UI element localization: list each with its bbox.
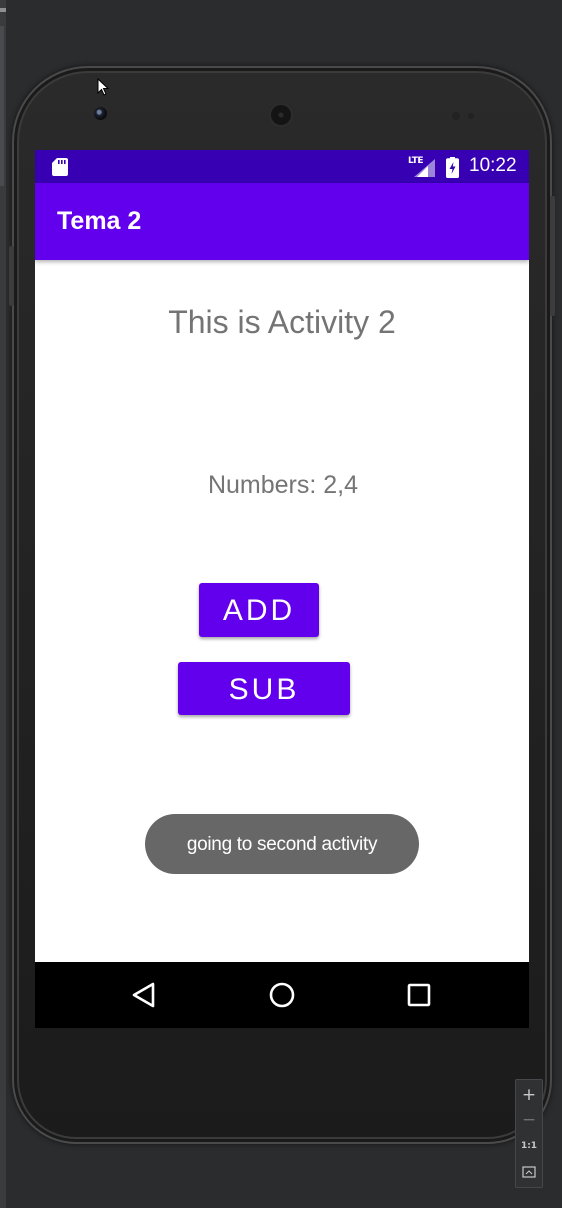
front-camera-icon <box>94 107 107 120</box>
zoom-out-button[interactable]: − <box>516 1109 542 1131</box>
recents-square-icon[interactable] <box>403 979 435 1011</box>
phone-volume-button <box>550 196 555 316</box>
actual-size-button[interactable]: 1:1 <box>516 1138 542 1154</box>
activity-content: This is Activity 2 Numbers: 2,4 ADD SUB … <box>35 260 529 962</box>
toast-message: going to second activity <box>145 814 419 874</box>
device-screen: LTE 10:22 Tema 2 This is Activity 2 Numb… <box>35 150 529 1028</box>
status-bar: LTE 10:22 <box>35 150 529 183</box>
signal-icon <box>414 159 435 177</box>
fit-screen-button[interactable] <box>516 1163 542 1181</box>
numbers-text: Numbers: 2,4 <box>207 471 359 499</box>
app-title: Tema 2 <box>57 207 142 235</box>
navigation-bar <box>35 962 529 1028</box>
home-circle-icon[interactable] <box>266 979 298 1011</box>
emulator-left-strip <box>0 0 6 1208</box>
left-strip-marker <box>0 8 6 12</box>
left-strip-bar <box>0 26 4 186</box>
sd-card-icon <box>52 158 68 176</box>
phone-side-button <box>9 246 14 306</box>
mouse-cursor-icon <box>97 78 109 96</box>
zoom-in-button[interactable]: + <box>516 1084 542 1106</box>
battery-charging-icon <box>446 157 459 178</box>
light-sensor-icon <box>468 113 474 119</box>
emulator-zoom-toolbar: + − 1:1 <box>515 1079 543 1188</box>
proximity-sensor-icon <box>452 112 460 120</box>
app-bar: Tema 2 <box>35 183 529 260</box>
fit-screen-icon <box>522 1166 536 1178</box>
activity-title: This is Activity 2 <box>168 304 396 340</box>
status-clock: 10:22 <box>469 155 517 176</box>
sub-button[interactable]: SUB <box>178 662 350 715</box>
back-triangle-icon[interactable] <box>129 979 161 1011</box>
add-button[interactable]: ADD <box>199 583 319 637</box>
earpiece-speaker-icon <box>268 102 294 128</box>
